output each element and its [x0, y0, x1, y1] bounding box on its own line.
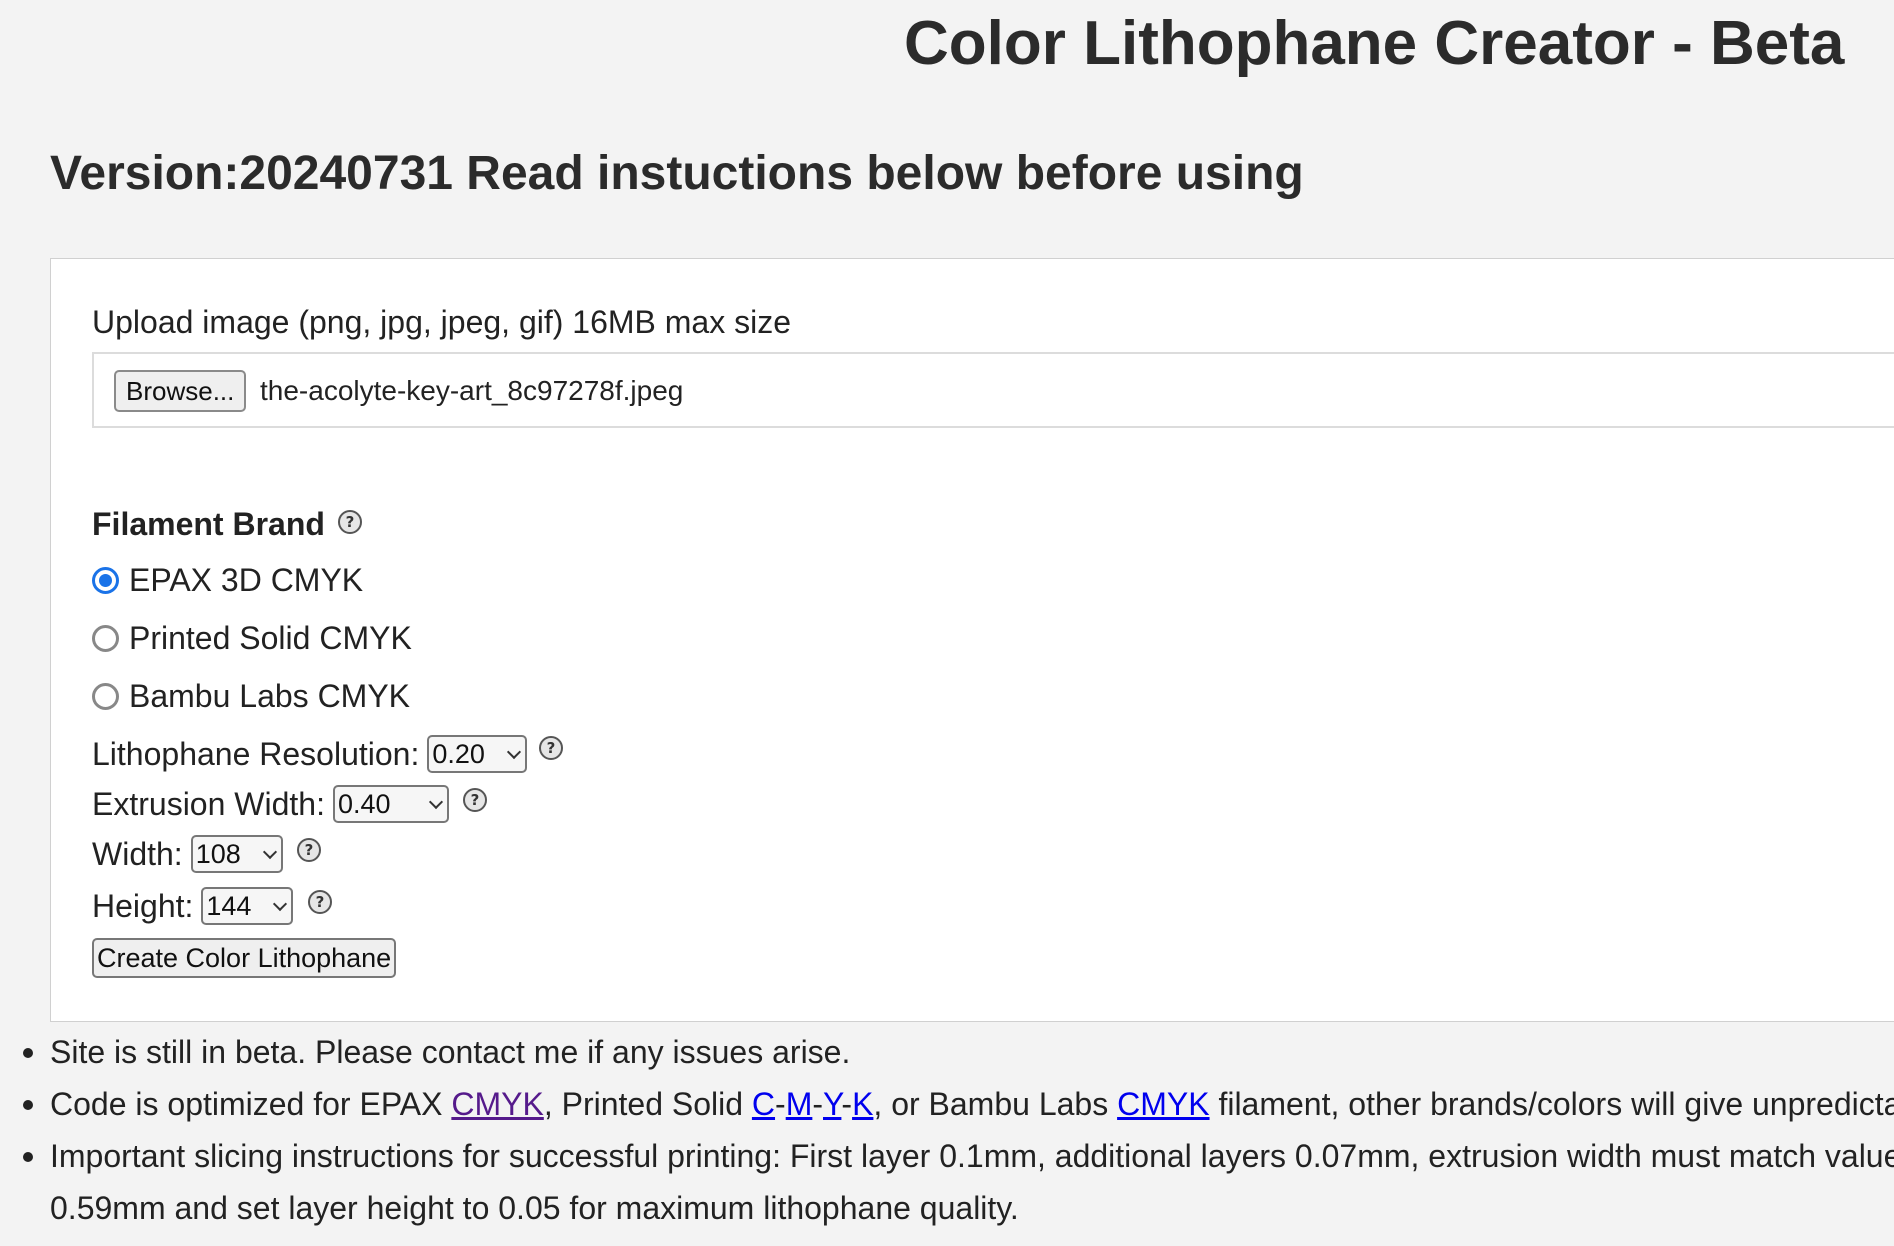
- chevron-down-icon: [507, 744, 522, 759]
- extrusion-width-help-icon[interactable]: ?: [463, 788, 487, 812]
- note-text: Code is optimized for EPAX: [50, 1086, 452, 1122]
- resolution-label: Lithophane Resolution:: [92, 736, 420, 772]
- height-label: Height:: [92, 888, 194, 924]
- radio-printed-solid[interactable]: Printed Solid CMYK: [92, 616, 412, 660]
- create-lithophane-button[interactable]: Create Color Lithophane: [92, 938, 397, 978]
- radio-bambu[interactable]: Bambu Labs CMYK: [92, 674, 410, 718]
- width-select[interactable]: 108: [190, 835, 283, 873]
- filament-help-icon[interactable]: ?: [338, 510, 362, 534]
- list-item: Code is optimized for EPAX CMYK, Printed…: [0, 1078, 1894, 1130]
- radio-label-bambu: Bambu Labs CMYK: [129, 678, 411, 714]
- radio-label-epax: EPAX 3D CMYK: [129, 562, 364, 598]
- chevron-down-icon: [262, 844, 277, 859]
- width-help-icon[interactable]: ?: [297, 838, 321, 862]
- radio-epax[interactable]: EPAX 3D CMYK: [92, 558, 363, 602]
- printed-solid-c-link[interactable]: C: [752, 1086, 775, 1122]
- radio-label-printed-solid: Printed Solid CMYK: [129, 620, 412, 656]
- note-slicing-text: Important slicing instructions for succe…: [50, 1138, 1894, 1174]
- height-select[interactable]: 144: [201, 887, 294, 925]
- extrusion-width-value: 0.40: [337, 788, 391, 819]
- note-text: -: [775, 1086, 786, 1122]
- printed-solid-k-link[interactable]: K: [852, 1086, 873, 1122]
- note-text: -: [812, 1086, 823, 1122]
- width-row: Width: 108: [92, 832, 283, 876]
- list-item: Site is still in beta. Please contact me…: [0, 1026, 1894, 1078]
- extrusion-width-label: Extrusion Width:: [92, 786, 325, 822]
- width-value: 108: [195, 838, 241, 869]
- list-item: Important slicing instructions for succe…: [0, 1130, 1894, 1234]
- height-row: Height: 144: [92, 884, 294, 928]
- note-beta-text: Site is still in beta. Please contact me…: [50, 1034, 851, 1070]
- note-text: filament, other brands/colors will give …: [1209, 1086, 1894, 1122]
- version-heading: Version:20240731 Read instuctions below …: [50, 147, 1304, 200]
- resolution-row: Lithophane Resolution: 0.20: [92, 732, 528, 776]
- height-help-icon[interactable]: ?: [308, 890, 332, 914]
- height-value: 144: [206, 890, 252, 921]
- note-text: , Printed Solid: [543, 1086, 752, 1122]
- browse-button[interactable]: Browse...: [114, 370, 247, 412]
- resolution-help-icon[interactable]: ?: [539, 736, 563, 760]
- bambu-cmyk-link[interactable]: CMYK: [1117, 1086, 1209, 1122]
- resolution-select[interactable]: 0.20: [427, 735, 528, 773]
- page: Color Lithophane Creator - Beta Version:…: [0, 0, 1894, 1246]
- chevron-down-icon: [273, 896, 288, 911]
- printed-solid-y-link[interactable]: Y: [823, 1086, 841, 1122]
- note-text: -: [841, 1086, 853, 1122]
- note-slicing-text-continued: 0.59mm and set layer height to 0.05 for …: [50, 1190, 1019, 1226]
- resolution-value: 0.20: [432, 738, 485, 769]
- upload-label: Upload image (png, jpg, jpeg, gif) 16MB …: [92, 304, 792, 340]
- printed-solid-m-link[interactable]: M: [786, 1086, 813, 1122]
- extrusion-width-select[interactable]: 0.40: [332, 785, 449, 823]
- chevron-down-icon: [428, 794, 444, 809]
- page-title: Color Lithophane Creator - Beta: [904, 9, 1845, 78]
- epax-cmyk-link[interactable]: CMYK: [451, 1086, 543, 1122]
- radio-button-selected[interactable]: [92, 566, 119, 594]
- note-text: , or Bambu Labs: [873, 1086, 1118, 1122]
- extrusion-width-row: Extrusion Width: 0.40: [92, 782, 449, 826]
- width-label: Width:: [92, 836, 183, 872]
- radio-button[interactable]: [92, 682, 119, 710]
- selected-file-name: the-acolyte-key-art_8c97278f.jpeg: [260, 375, 684, 406]
- radio-button[interactable]: [92, 624, 119, 652]
- filament-brand-heading: Filament Brand: [92, 506, 325, 542]
- instructions-list: Site is still in beta. Please contact me…: [0, 1026, 1894, 1234]
